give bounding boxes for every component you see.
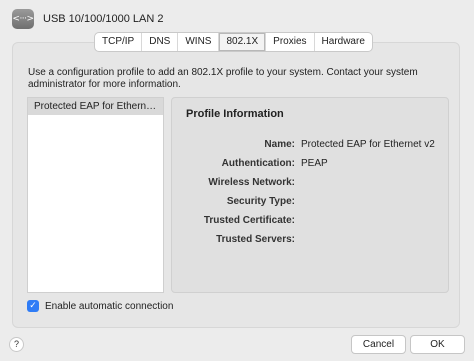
tab-8021x[interactable]: 802.1X xyxy=(219,33,267,51)
info-value-authentication: PEAP xyxy=(301,158,328,169)
description-text: Use a configuration profile to add an 80… xyxy=(28,67,448,91)
info-label-security-type: Security Type: xyxy=(226,196,295,207)
cancel-button[interactable]: Cancel xyxy=(351,335,406,354)
info-label-wireless-network: Wireless Network: xyxy=(208,177,295,188)
interface-title: USB 10/100/1000 LAN 2 xyxy=(43,13,164,25)
info-label-name: Name: xyxy=(264,139,295,150)
ethernet-dots-icon: <···> xyxy=(12,9,34,29)
info-row-security-type: Security Type: xyxy=(172,196,448,210)
info-value-name: Protected EAP for Ethernet v2 xyxy=(301,139,435,150)
info-row-trusted-certificate: Trusted Certificate: xyxy=(172,215,448,229)
tab-tcpip[interactable]: TCP/IP xyxy=(95,33,143,51)
tab-hardware[interactable]: Hardware xyxy=(315,33,372,51)
auto-connect-label[interactable]: Enable automatic connection xyxy=(45,301,173,312)
info-row-name: Name: Protected EAP for Ethernet v2 xyxy=(172,139,448,153)
profile-list-item[interactable]: Protected EAP for Ethern… xyxy=(28,98,163,115)
auto-connect-checkbox[interactable]: ✓ xyxy=(27,300,39,312)
tab-dns[interactable]: DNS xyxy=(142,33,179,51)
tab-proxies[interactable]: Proxies xyxy=(266,33,315,51)
description-line-1: Use a configuration profile to add an 80… xyxy=(28,67,418,78)
ok-button[interactable]: OK xyxy=(410,335,465,354)
profile-info-box: Profile Information Name: Protected EAP … xyxy=(171,97,449,293)
info-label-trusted-certificate: Trusted Certificate: xyxy=(203,215,295,226)
info-row-authentication: Authentication: PEAP xyxy=(172,158,448,172)
tab-bar: TCP/IP DNS WINS 802.1X Proxies Hardware xyxy=(94,32,373,52)
profile-info-title: Profile Information xyxy=(186,108,284,120)
info-row-trusted-servers: Trusted Servers: xyxy=(172,234,448,248)
tab-wins[interactable]: WINS xyxy=(178,33,220,51)
profile-list[interactable]: Protected EAP for Ethern… xyxy=(27,97,164,293)
description-line-2: administrator for more information. xyxy=(28,79,181,90)
auto-connect-row: ✓ Enable automatic connection xyxy=(27,299,173,313)
info-label-trusted-servers: Trusted Servers: xyxy=(216,234,295,245)
info-label-authentication: Authentication: xyxy=(221,158,295,169)
info-row-wireless-network: Wireless Network: xyxy=(172,177,448,191)
help-button[interactable]: ? xyxy=(9,337,24,352)
interface-header: <···> USB 10/100/1000 LAN 2 xyxy=(12,8,163,30)
